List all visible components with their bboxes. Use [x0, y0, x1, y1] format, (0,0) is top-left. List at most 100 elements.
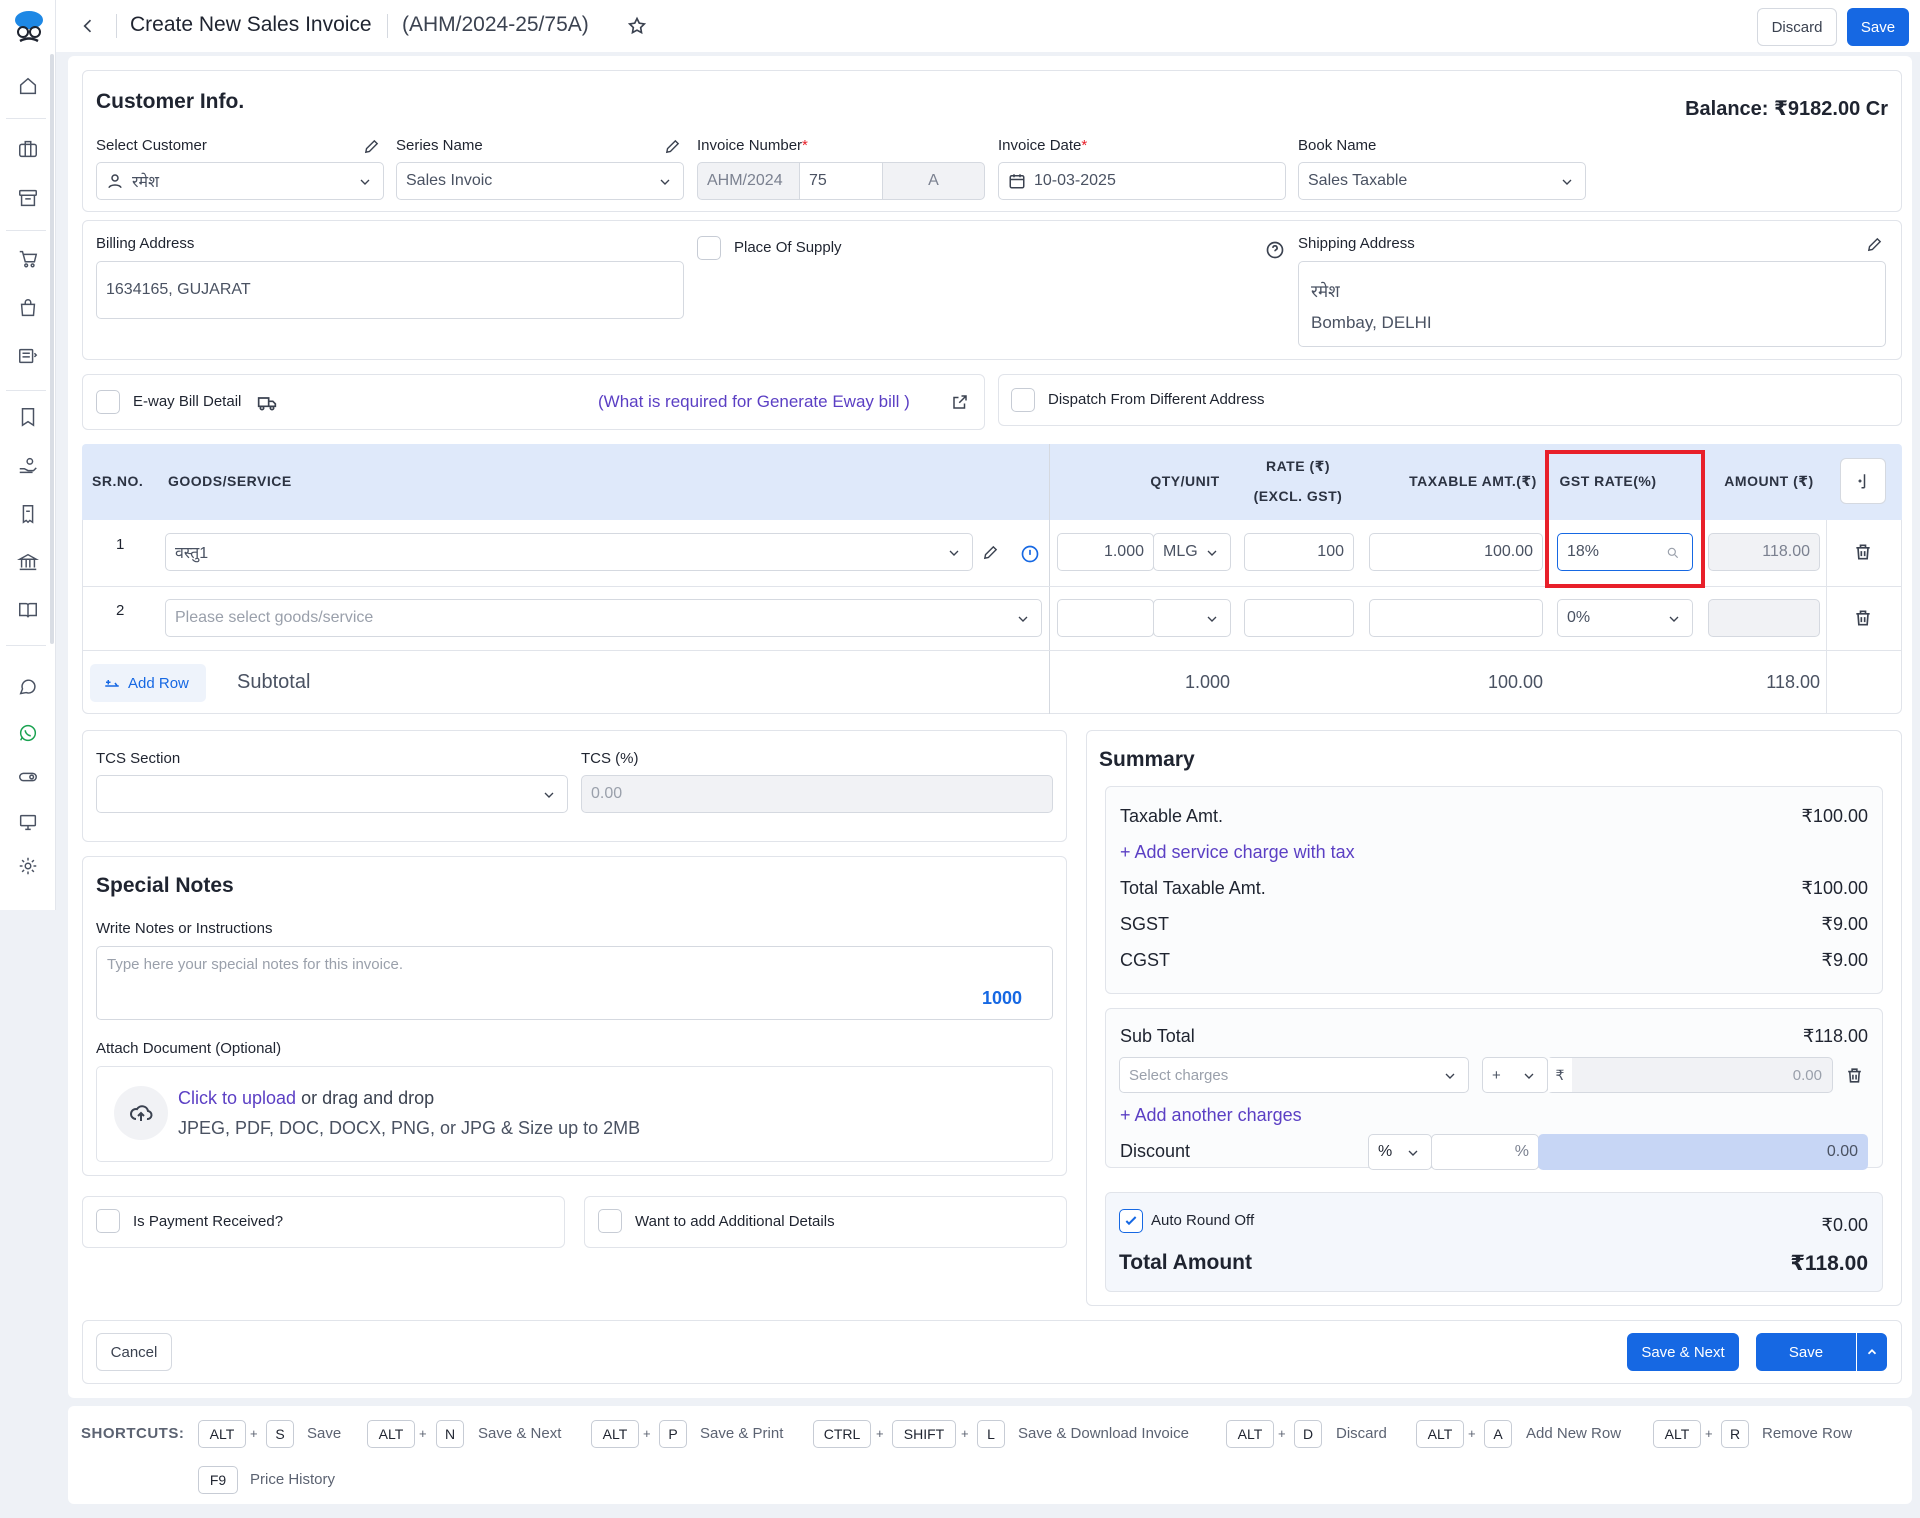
col-amount: AMOUNT (₹): [1724, 473, 1814, 489]
invoice-number-field[interactable]: 75: [799, 162, 883, 200]
add-row-button[interactable]: Add Row: [90, 664, 206, 702]
hand-coin-icon[interactable]: [14, 452, 42, 480]
edit-shipping-icon[interactable]: [1866, 236, 1883, 253]
info-icon[interactable]: [1020, 544, 1040, 564]
auto-round-off-label: Auto Round Off: [1151, 1212, 1255, 1229]
eway-help-link[interactable]: (What is required for Generate Eway bill…: [598, 392, 910, 412]
row-1-qty[interactable]: 1.000: [1057, 533, 1154, 571]
save-options-button[interactable]: [1857, 1333, 1887, 1371]
payment-received-label: Is Payment Received?: [133, 1213, 284, 1230]
eway-checkbox[interactable]: [96, 390, 120, 414]
settings-icon[interactable]: [14, 852, 42, 880]
bookmark-icon[interactable]: [14, 403, 42, 431]
sub-total-row: Sub Total ₹118.00: [1120, 1026, 1868, 1046]
row-1-unit-select[interactable]: MLG: [1153, 533, 1231, 571]
app-logo[interactable]: [12, 8, 46, 48]
row-2-gst-select[interactable]: 0%: [1557, 599, 1693, 637]
edit-item-icon[interactable]: [982, 544, 999, 561]
customer-select[interactable]: रमेश: [96, 162, 384, 200]
footer-save-button[interactable]: Save: [1756, 1333, 1856, 1371]
discard-button[interactable]: Discard: [1757, 8, 1837, 46]
row-2-qty[interactable]: [1057, 599, 1154, 637]
ledger-icon[interactable]: [14, 342, 42, 370]
receipt-return-icon[interactable]: [14, 500, 42, 528]
col-qty: QTY/UNIT: [1150, 473, 1220, 489]
notes-placeholder: Type here your special notes for this in…: [107, 956, 403, 973]
charges-select[interactable]: Select charges: [1119, 1057, 1469, 1093]
kbd-p: P: [659, 1420, 687, 1448]
shortcut-add-row-label: Add New Row: [1526, 1425, 1622, 1442]
chat-icon[interactable]: [14, 674, 42, 702]
kbd-d: D: [1294, 1420, 1322, 1448]
toggle-icon[interactable]: [14, 763, 42, 791]
discount-type-select[interactable]: %: [1368, 1134, 1432, 1170]
discount-percent-field[interactable]: %: [1431, 1134, 1539, 1170]
kbd-shift: SHIFT: [892, 1420, 956, 1448]
row-2-goods-select[interactable]: Please select goods/service: [165, 599, 1042, 637]
edit-series-icon[interactable]: [664, 138, 681, 155]
bank-icon[interactable]: [14, 548, 42, 576]
notes-char-counter: 1000: [981, 988, 1022, 1008]
auto-round-off-checkbox[interactable]: [1119, 1209, 1143, 1233]
chevron-down-icon: [1521, 1068, 1537, 1084]
row-2-taxable[interactable]: [1369, 599, 1543, 637]
invoice-date-field[interactable]: 10-03-2025: [998, 162, 1286, 200]
charge-amount-field[interactable]: ₹ 0.00: [1547, 1057, 1833, 1093]
column-settings-button[interactable]: [1840, 458, 1886, 504]
payment-received-checkbox[interactable]: [96, 1209, 120, 1233]
help-circle-icon[interactable]: [1265, 240, 1285, 260]
save-button[interactable]: Save: [1847, 8, 1909, 46]
series-select[interactable]: Sales Invoic: [396, 162, 684, 200]
cart-icon[interactable]: [14, 245, 42, 273]
archive-icon[interactable]: [14, 184, 42, 212]
row-1-amount: 118.00: [1708, 533, 1820, 571]
chevron-down-icon: [1015, 611, 1031, 627]
briefcase-icon[interactable]: [14, 135, 42, 163]
back-arrow-icon[interactable]: [78, 16, 98, 36]
place-of-supply-checkbox[interactable]: [697, 236, 721, 260]
shipping-address-box[interactable]: रमेश Bombay, DELHI: [1298, 261, 1886, 347]
star-icon[interactable]: [627, 16, 647, 36]
row-2-rate[interactable]: [1244, 599, 1354, 637]
row-1-rate[interactable]: 100: [1244, 533, 1354, 571]
sidebar: [0, 0, 56, 910]
bag-icon[interactable]: [14, 294, 42, 322]
external-link-icon[interactable]: [951, 393, 969, 411]
cgst-row: CGST ₹9.00: [1120, 950, 1868, 970]
row-1-goods-select[interactable]: वस्तु1: [165, 533, 973, 571]
tcs-section-label: TCS Section: [96, 750, 181, 767]
tcs-section-select[interactable]: [96, 775, 568, 813]
upload-dropzone[interactable]: [96, 1066, 1053, 1162]
attach-label: Attach Document (Optional): [96, 1040, 282, 1057]
row-2-unit-select[interactable]: [1153, 599, 1231, 637]
kbd-alt: ALT: [591, 1420, 639, 1448]
book-open-icon[interactable]: [14, 596, 42, 624]
billing-address-label: Billing Address: [96, 235, 195, 252]
kbd-s: S: [266, 1420, 294, 1448]
select-customer-label: Select Customer: [96, 137, 207, 154]
click-to-upload-link[interactable]: Click to upload: [178, 1088, 296, 1108]
charge-sign-select[interactable]: +: [1482, 1057, 1548, 1093]
discount-amount-field[interactable]: 0.00: [1538, 1134, 1868, 1170]
additional-details-checkbox[interactable]: [598, 1209, 622, 1233]
delete-charge-icon[interactable]: [1845, 1066, 1864, 1085]
book-name-select[interactable]: Sales Taxable: [1298, 162, 1586, 200]
notes-textarea[interactable]: Type here your special notes for this in…: [96, 946, 1053, 1020]
kbd-r: R: [1721, 1420, 1749, 1448]
edit-customer-icon[interactable]: [363, 138, 380, 155]
shipping-name: रमेश: [1311, 282, 1340, 301]
add-another-charges-link[interactable]: + Add another charges: [1120, 1105, 1868, 1126]
dispatch-label: Dispatch From Different Address: [1048, 391, 1265, 408]
delete-row-1-icon[interactable]: [1853, 542, 1873, 562]
cancel-button[interactable]: Cancel: [96, 1333, 172, 1371]
row-1-taxable[interactable]: 100.00: [1369, 533, 1543, 571]
sidebar-scrollbar[interactable]: [50, 54, 54, 644]
home-icon[interactable]: [14, 72, 42, 100]
monitor-icon[interactable]: [14, 808, 42, 836]
add-service-charge-link[interactable]: + Add service charge with tax: [1120, 842, 1868, 863]
whatsapp-icon[interactable]: [14, 719, 42, 747]
delete-row-2-icon[interactable]: [1853, 608, 1873, 628]
billing-address-field[interactable]: 1634165, GUJARAT: [96, 261, 684, 319]
dispatch-checkbox[interactable]: [1011, 388, 1035, 412]
save-next-button[interactable]: Save & Next: [1627, 1333, 1739, 1371]
